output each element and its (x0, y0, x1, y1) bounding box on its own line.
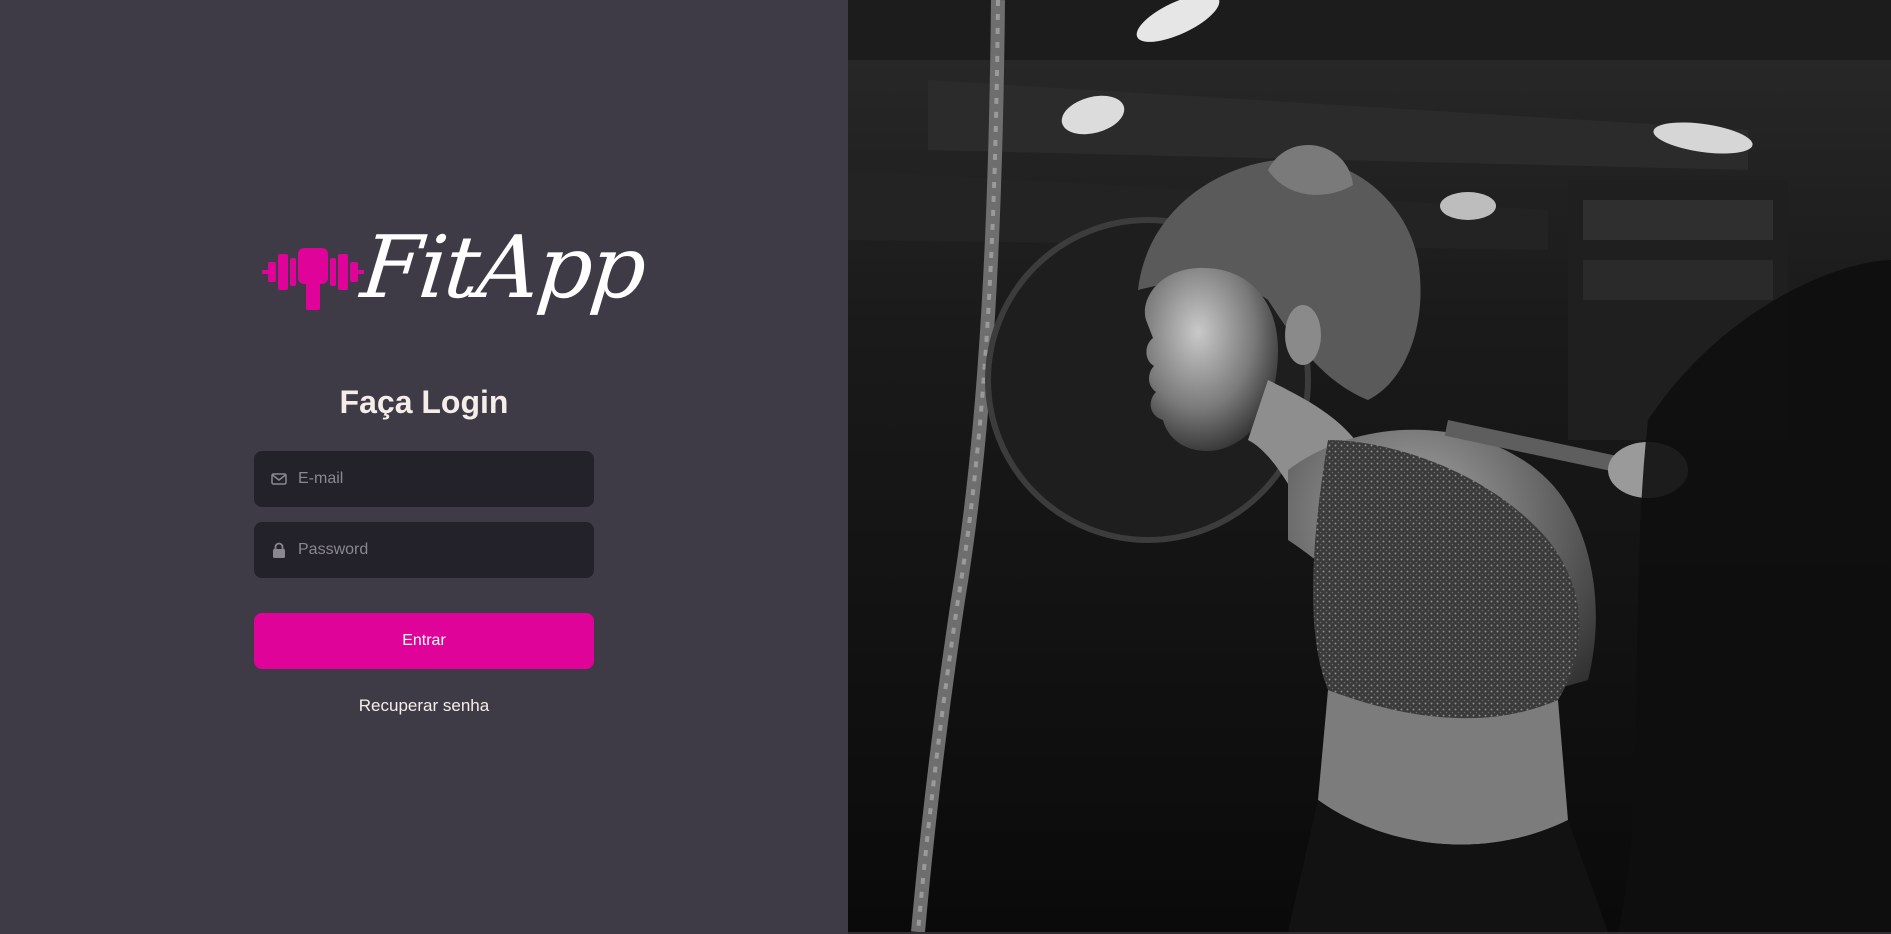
email-field[interactable] (254, 451, 594, 507)
page-title: Faça Login (339, 384, 509, 420)
brand-name: FitApp (356, 218, 650, 318)
mail-icon (270, 470, 288, 488)
lock-icon (270, 541, 288, 559)
password-input[interactable] (298, 541, 588, 559)
login-button[interactable]: Entrar (254, 613, 594, 669)
hero-photo (848, 0, 1891, 932)
password-field[interactable] (254, 522, 594, 578)
brand-logo: FitApp (260, 218, 649, 328)
gym-athlete-photo (848, 0, 1891, 932)
email-input[interactable] (298, 470, 588, 488)
recover-password-link[interactable]: Recuperar senha (254, 696, 594, 716)
login-panel: FitApp Faça Login Entrar Recuperar senha (0, 0, 848, 934)
